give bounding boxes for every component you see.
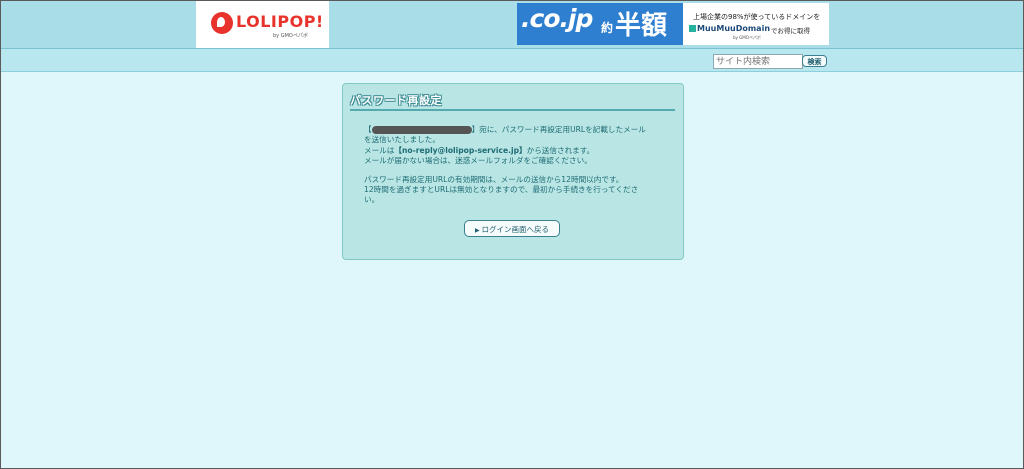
logo-sub: by GMOペパボ	[273, 33, 308, 39]
banner-brand: MuuMuuDomain	[697, 24, 771, 33]
bracket-open: 【	[364, 125, 372, 134]
lolipop-logo[interactable]: LOLIPOP! by GMOペパボ	[196, 1, 329, 48]
password-reset-panel: パスワード再設定 【 】宛に、パスワード再設定用URLを記載したメール を送信いた…	[342, 83, 684, 260]
banner-yaku: 約	[601, 21, 614, 35]
banner-cojp: .co.jp	[521, 4, 593, 33]
message-line-5: パスワード再設定用URLの有効期間は、メールの送信から12時間以内です。	[364, 175, 624, 184]
back-to-login-button[interactable]: ▶ ログイン画面へ戻る	[464, 220, 560, 237]
line3-suffix: から送信されます。	[526, 146, 595, 155]
header-bar: LOLIPOP! by GMOペパボ .co.jp 約 半額 上場企業の98%が…	[1, 1, 1023, 49]
redacted-email	[371, 126, 472, 134]
banner-line1: 上場企業の98%が使っているドメインを	[693, 13, 821, 21]
panel-title-text: パスワード再設定	[350, 94, 442, 107]
message-line-4: メールが届かない場合は、迷惑メールフォルダをご確認ください。	[364, 156, 592, 165]
message-line-3: メールは【no-reply@lolipop-service.jp】から送信されま…	[364, 146, 594, 157]
message-line-7: い。	[364, 195, 380, 204]
logo-text: LOLIPOP!	[236, 12, 324, 31]
banner-sub: by GMOペパボ	[733, 35, 761, 40]
sub-header-bar	[1, 49, 1023, 72]
message-line-6: 12時間を過ぎますとURLは無効となりますので、最初から手続きを行ってくださ	[364, 185, 639, 194]
banner-left: .co.jp 約 半額	[517, 3, 683, 45]
muumuu-mark-icon	[689, 25, 696, 32]
message-line-1: 【 】宛に、パスワード再設定用URLを記載したメール	[364, 125, 646, 136]
sender-email: 【no-reply@lolipop-service.jp】	[394, 146, 527, 155]
site-search-input[interactable]	[713, 54, 803, 69]
back-button-label: ログイン画面へ戻る	[481, 225, 550, 234]
page-frame: LOLIPOP! by GMOペパボ .co.jp 約 半額 上場企業の98%が…	[0, 0, 1024, 469]
banner-hangaku: 半額	[615, 11, 668, 41]
logo-mark-icon	[211, 12, 233, 34]
banner-cta: でお得に取得	[771, 27, 810, 35]
message-line-1-text: 】宛に、パスワード再設定用URLを記載したメール	[471, 125, 646, 134]
message-line-2: を送信いたしました。	[364, 135, 440, 144]
line3-prefix: メールは	[364, 146, 395, 155]
arrow-right-icon: ▶	[474, 227, 480, 234]
panel-title: パスワード再設定	[350, 92, 675, 111]
banner-right: 上場企業の98%が使っているドメインを MuuMuuDomain でお得に取得 …	[683, 3, 829, 45]
search-button[interactable]: 検索	[802, 55, 827, 67]
ad-banner[interactable]: .co.jp 約 半額 上場企業の98%が使っているドメインを MuuMuuDo…	[517, 3, 829, 45]
